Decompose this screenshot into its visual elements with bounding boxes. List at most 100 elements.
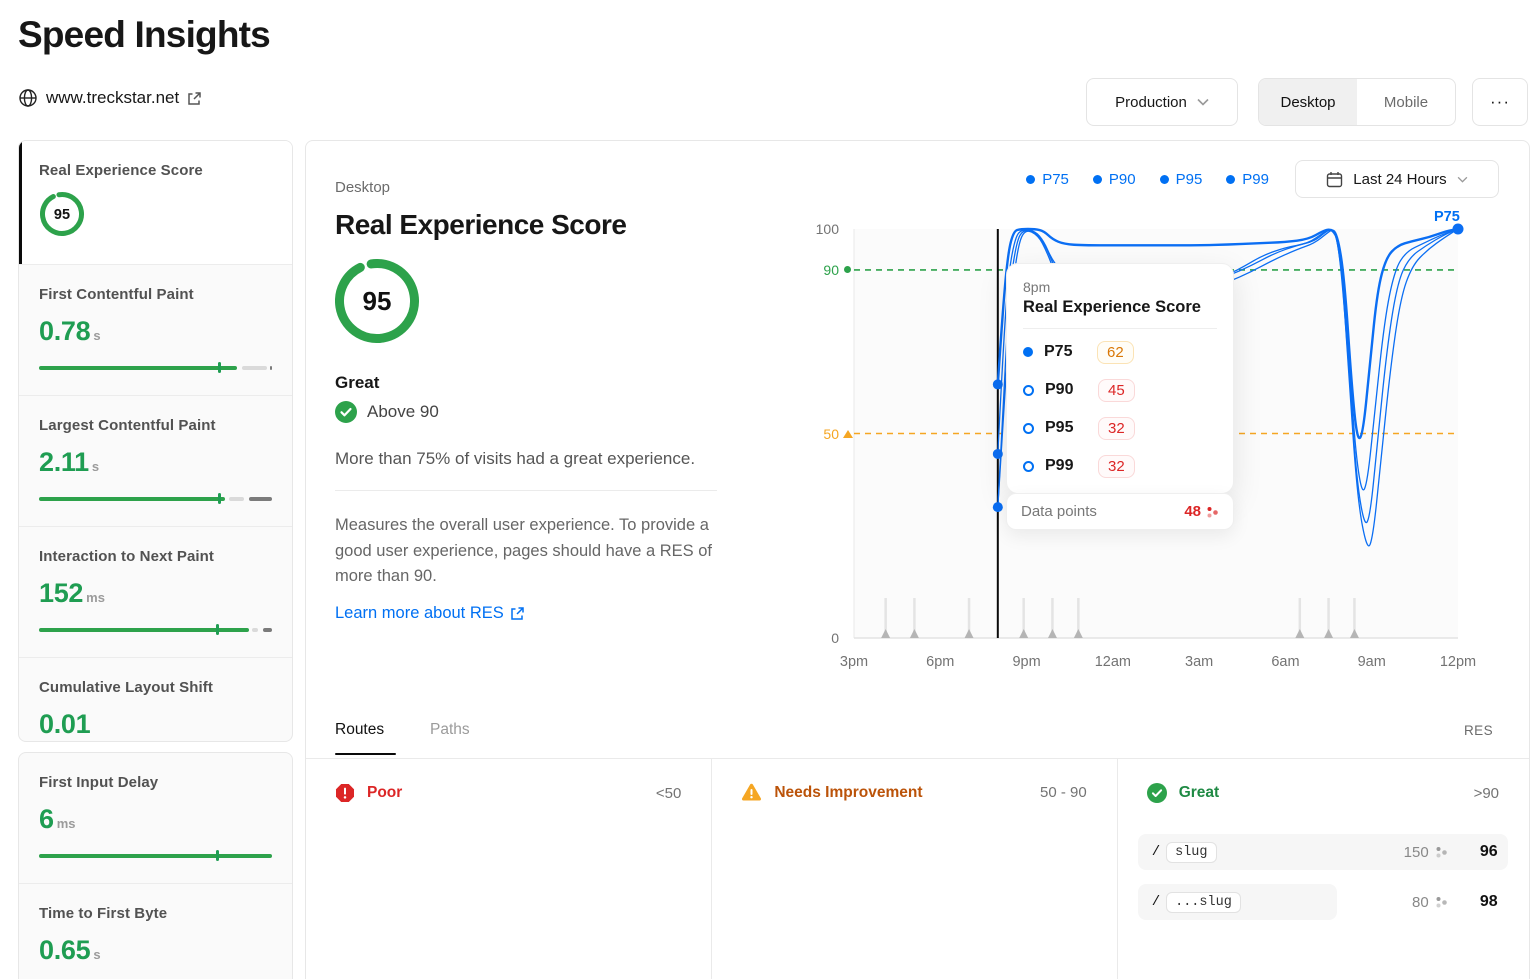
x-tick-label: 12am (1095, 654, 1131, 670)
metrics-sidebar-secondary: First Input Delay 6ms Time to First Byte… (18, 752, 293, 979)
res-score-ring: 95 (39, 191, 272, 242)
sidebar-item-lcp[interactable]: Largest Contentful Paint 2.11s (19, 395, 292, 526)
x-tick-label: 3am (1185, 654, 1213, 670)
tooltip-row-p95: P95 32 (1023, 409, 1217, 447)
res-score-ring-large: 95 (335, 259, 419, 348)
metric-label: Time to First Byte (39, 905, 272, 922)
warning-triangle-icon (741, 783, 762, 802)
svg-text:95: 95 (54, 207, 70, 223)
legend-item-p90[interactable]: P90 (1093, 171, 1136, 188)
sidebar-item-inp[interactable]: Interaction to Next Paint 152ms (19, 526, 292, 657)
legend-dot (1026, 175, 1035, 184)
route-path-pill: slug (1166, 842, 1216, 863)
site-domain-link[interactable]: www.treckstar.net (18, 88, 202, 108)
device-toggle-mobile[interactable]: Mobile (1357, 79, 1455, 125)
value-badge: 45 (1098, 379, 1135, 402)
route-row-slug[interactable]: / slug 150 96 (1138, 834, 1508, 870)
metric-value: 0.65 (39, 935, 90, 966)
series-dot-filled (1023, 347, 1033, 357)
svg-text:95: 95 (363, 286, 392, 316)
legend-item-p99[interactable]: P99 (1226, 171, 1269, 188)
metric-title: Real Experience Score (335, 209, 626, 241)
metric-value: 2.11 (39, 447, 89, 478)
metric-unit: ms (86, 590, 105, 605)
scatter-dots-icon (1435, 845, 1448, 859)
device-toggle-desktop[interactable]: Desktop (1259, 79, 1357, 125)
tooltip-title: Real Experience Score (1023, 298, 1217, 317)
ellipsis-icon: ··· (1490, 92, 1510, 112)
category-label: Great (1179, 784, 1220, 802)
x-tick-label: 6am (1271, 654, 1299, 670)
time-range-label: Last 24 Hours (1353, 171, 1446, 188)
sidebar-item-cls[interactable]: Cumulative Layout Shift 0.01 (19, 657, 292, 742)
metric-description: Measures the overall user experience. To… (335, 513, 747, 590)
external-link-icon (510, 606, 525, 621)
metric-threshold-bar (39, 361, 272, 373)
page-title: Speed Insights (18, 14, 270, 56)
x-tick-label: 9am (1358, 654, 1386, 670)
legend-item-p75[interactable]: P75 (1026, 171, 1069, 188)
series-end-label: P75 (1434, 209, 1460, 225)
score-categories: Poor <50 Needs Improvement 50 - 90 (306, 759, 1529, 979)
series-dot-hollow (1023, 423, 1034, 434)
metric-value: 6 (39, 804, 54, 835)
tab-paths[interactable]: Paths (430, 721, 470, 739)
route-row-catchall-slug[interactable]: / ...slug 80 98 (1138, 884, 1508, 920)
res-column-label: RES (1464, 723, 1493, 738)
device-context-label: Desktop (335, 179, 390, 196)
route-score: 96 (1454, 843, 1498, 861)
value-badge: 32 (1098, 455, 1135, 478)
learn-more-link[interactable]: Learn more about RES (335, 604, 525, 623)
tab-routes[interactable]: Routes (335, 721, 384, 739)
sidebar-item-fid[interactable]: First Input Delay 6ms (19, 753, 292, 883)
y-tick-label: 0 (799, 630, 839, 646)
route-path-pill: ...slug (1166, 892, 1241, 913)
category-label: Poor (367, 784, 402, 802)
chevron-down-icon (1197, 98, 1209, 106)
metrics-sidebar: Real Experience Score 95 First Contentfu… (18, 140, 293, 742)
route-count: 150 (1404, 844, 1429, 861)
x-tick-label: 12pm (1440, 654, 1476, 670)
metric-unit: s (93, 947, 100, 962)
metric-label: Interaction to Next Paint (39, 548, 272, 565)
metric-value: 0.01 (39, 709, 90, 740)
value-badge: 32 (1098, 417, 1135, 440)
tooltip-time: 8pm (1023, 279, 1217, 295)
y-tick-label: 100 (799, 221, 839, 237)
series-dot-hollow (1023, 385, 1034, 396)
time-range-select[interactable]: Last 24 Hours (1295, 160, 1499, 198)
rating-threshold-row: Above 90 (335, 401, 439, 423)
chevron-down-icon (1457, 176, 1468, 183)
summary-text: More than 75% of visits had a great expe… (335, 449, 695, 469)
environment-label: Production (1115, 94, 1187, 111)
sidebar-item-ttfb[interactable]: Time to First Byte 0.65s (19, 883, 292, 979)
check-circle-icon (335, 401, 357, 423)
device-toggle: Desktop Mobile (1258, 78, 1456, 126)
divider (1023, 328, 1217, 329)
more-options-button[interactable]: ··· (1472, 78, 1528, 126)
metric-unit: ms (57, 816, 76, 831)
rating-label: Great (335, 373, 379, 393)
data-points-pill: Data points 48 (1006, 493, 1234, 530)
y-tick-label: 50 (799, 426, 839, 442)
route-count: 80 (1412, 894, 1429, 911)
legend-item-p95[interactable]: P95 (1160, 171, 1203, 188)
metric-unit: s (92, 459, 99, 474)
value-badge: 62 (1097, 341, 1134, 364)
environment-select[interactable]: Production (1086, 78, 1238, 126)
metric-label: First Input Delay (39, 774, 272, 791)
metric-unit: s (93, 328, 100, 343)
sidebar-item-res[interactable]: Real Experience Score 95 (19, 141, 292, 264)
threshold-note: Above 90 (367, 402, 439, 422)
check-circle-icon (1147, 783, 1167, 803)
route-score: 98 (1454, 893, 1498, 911)
x-tick-label: 9pm (1012, 654, 1040, 670)
active-tab-underline (335, 753, 396, 755)
sidebar-item-fcp[interactable]: First Contentful Paint 0.78s (19, 264, 292, 395)
tooltip-row-p75: P75 62 (1023, 333, 1217, 371)
chart-header: P75 P90 P95 P99 Last 24 Hours (1026, 160, 1499, 198)
scatter-dots-icon (1435, 895, 1448, 909)
site-domain: www.treckstar.net (46, 88, 179, 108)
legend-dot (1226, 175, 1235, 184)
speed-insights-page: Speed Insights www.treckstar.net Product… (0, 0, 1536, 979)
